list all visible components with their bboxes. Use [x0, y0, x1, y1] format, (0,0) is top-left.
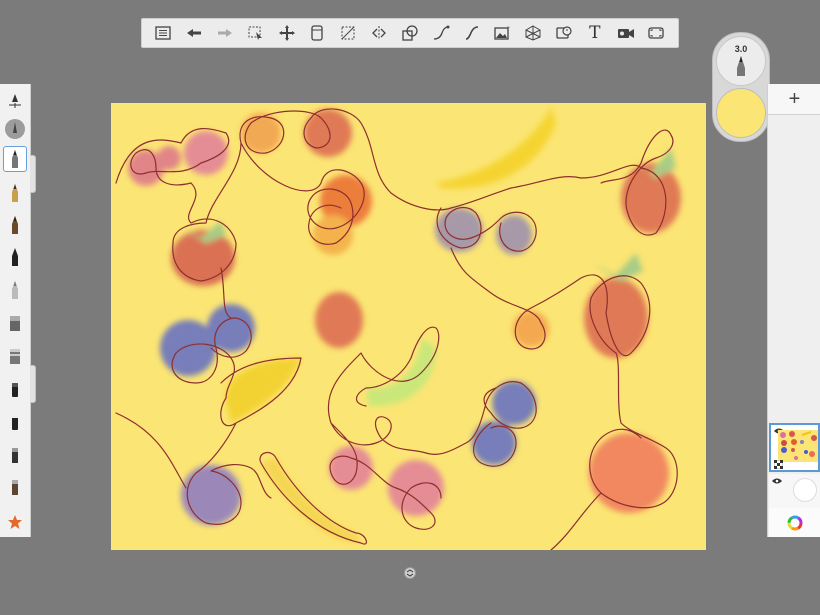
- background-visibility-eye-icon[interactable]: [772, 478, 782, 484]
- pen-icon[interactable]: [3, 180, 27, 206]
- brush-palette: [0, 84, 31, 537]
- pencil-icon[interactable]: [3, 146, 27, 172]
- brush-settings-icon[interactable]: [3, 88, 27, 114]
- brush-size-value: 3.0: [734, 44, 748, 54]
- canvas-options-handle[interactable]: [404, 567, 416, 579]
- drawing-canvas[interactable]: [111, 103, 706, 550]
- french-curve-icon[interactable]: [459, 21, 485, 45]
- layers-panel: +: [767, 84, 820, 537]
- favorites-star-icon[interactable]: [3, 509, 27, 535]
- layer-1-thumbnail[interactable]: [769, 423, 820, 472]
- svg-text:+: +: [506, 25, 510, 32]
- fruit-artwork: [115, 108, 681, 550]
- layer-1-preview: [778, 430, 818, 462]
- list-icon[interactable]: [150, 21, 176, 45]
- brush-puck[interactable]: 3.0: [712, 32, 770, 142]
- smudge-icon[interactable]: [3, 376, 27, 402]
- layer-transparency-icon: [774, 460, 783, 469]
- shapes-icon[interactable]: [397, 21, 423, 45]
- marker-icon[interactable]: [3, 244, 27, 270]
- undo-icon[interactable]: [181, 21, 207, 45]
- eraser-icon[interactable]: [3, 409, 27, 435]
- background-layer[interactable]: [769, 474, 820, 509]
- brush-size-pencil-icon: [737, 56, 745, 76]
- select-icon[interactable]: [243, 21, 269, 45]
- curve-icon[interactable]: [428, 21, 454, 45]
- fullscreen-icon[interactable]: [643, 21, 669, 45]
- redo-icon[interactable]: [212, 21, 238, 45]
- paint-brush-icon[interactable]: [3, 310, 27, 336]
- airbrush-icon[interactable]: [3, 277, 27, 303]
- add-layer-button[interactable]: +: [768, 84, 820, 115]
- background-color-swatch[interactable]: [793, 478, 817, 502]
- perspective-grid-icon[interactable]: [520, 21, 546, 45]
- color-puck[interactable]: [716, 88, 766, 138]
- top-toolbar: + T: [141, 18, 679, 48]
- ink-pen-icon[interactable]: [3, 212, 27, 238]
- text-tool-label: T: [589, 23, 601, 43]
- text-icon[interactable]: T: [582, 21, 608, 45]
- ruler-icon[interactable]: [304, 21, 330, 45]
- transform-icon[interactable]: [274, 21, 300, 45]
- brush-panel-handle-bottom[interactable]: [30, 365, 36, 403]
- symmetry-icon[interactable]: [366, 21, 392, 45]
- perspective-icon[interactable]: [335, 21, 361, 45]
- watercolor-icon[interactable]: [3, 442, 27, 468]
- brush-preview-icon[interactable]: [3, 116, 27, 142]
- brush-panel-handle-top[interactable]: [30, 155, 36, 193]
- import-image-icon[interactable]: +: [489, 21, 515, 45]
- video-icon[interactable]: [613, 21, 639, 45]
- brush-size-puck[interactable]: 3.0: [716, 36, 766, 86]
- time-lapse-icon[interactable]: [551, 21, 577, 45]
- wide-brush-icon[interactable]: [3, 343, 27, 369]
- fill-icon[interactable]: [3, 474, 27, 500]
- add-layer-label: +: [788, 87, 801, 110]
- chevron-updown-icon: [406, 569, 414, 577]
- color-wheel-icon: [787, 515, 802, 530]
- color-wheel-button[interactable]: [769, 508, 820, 537]
